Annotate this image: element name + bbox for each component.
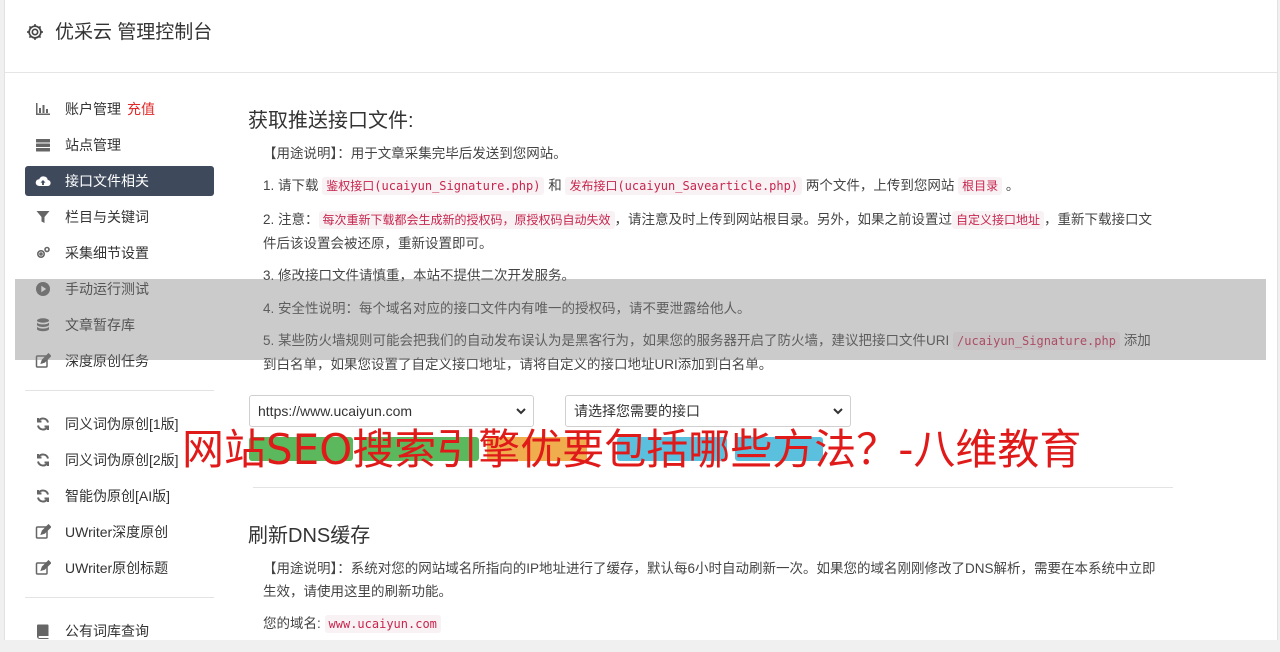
gray-overlay-band [15,279,1266,360]
sidebar-item-label: 同义词伪原创[2版] [65,452,179,468]
sidebar-item-label: 站点管理 [65,137,121,153]
bar-chart-icon [35,101,51,117]
sidebar-item-label: UWriter深度原创 [65,524,169,540]
edit-icon [35,524,51,540]
instruction-2: 2. 注意： 每次重新下载都会生成新的授权码，原授权码自动失效 ，请注意及时上传到网… [263,208,1158,255]
sidebar-item-sites[interactable]: 站点管理 [25,130,214,160]
edit-icon [35,560,51,576]
sidebar-item-label: 栏目与关键词 [65,209,149,225]
code-savearticle: 发布接口(ucaiyun_Savearticle.php) [565,177,803,195]
section-divider [253,487,1173,488]
header-bar: 优采云 管理控制台 [5,0,1277,73]
sidebar-item-label: 同义词伪原创[1版] [65,416,179,432]
code-root: 根目录 [958,177,1003,195]
section-title-dns: 刷新DNS缓存 [248,525,371,547]
refresh-icon [35,488,51,504]
domain-label: 您的域名: [263,616,321,631]
page-title: 优采云 管理控制台 [55,22,213,43]
dns-usage-text: 【用途说明】：系统对您的网站域名所指向的IP地址进行了缓存，默认每6小时自动刷新… [263,561,1156,599]
sidebar: 账户管理 充值 站点管理 接口文件相关 栏目与关键词 采集细节设置 手动运行测试… [25,94,215,652]
text: 1. 请下载 [263,178,323,193]
domain-value: www.ucaiyun.com [324,615,441,633]
filter-icon [35,209,51,225]
sidebar-item-label: 智能伪原创[AI版] [65,488,171,504]
instruction-1: 1. 请下载 鉴权接口(ucaiyun_Signature.php) 和 发布接… [263,174,1158,198]
sidebar-item-public-lexicon[interactable]: 公有词库查询 [25,616,214,646]
text: 2. 注意： [263,212,319,227]
sidebar-item-label: UWriter原创标题 [65,560,169,576]
sidebar-item-account[interactable]: 账户管理 充值 [25,94,214,124]
text: 和 [544,178,566,193]
text: ，请注意及时上传到网站根目录。另外，如果之前设置过 [614,212,953,227]
sidebar-divider [25,390,214,391]
sidebar-item-label: 接口文件相关 [65,173,149,189]
code-warning: 每次重新下载都会生成新的授权码，原授权码自动失效 [318,211,615,229]
sidebar-item-columns-keywords[interactable]: 栏目与关键词 [25,202,214,232]
section-title-api: 获取推送接口文件: [248,110,414,132]
sidebar-item-label: 采集细节设置 [65,245,149,261]
text: 两个文件，上传到您网站 [802,178,959,193]
sidebar-item-uwriter-deep[interactable]: UWriter深度原创 [25,517,214,547]
cloud-upload-icon [35,173,51,189]
code-custom-api: 自定义接口地址 [952,211,1045,229]
gear-icon [27,24,43,40]
refresh-icon [35,416,51,432]
sidebar-divider [25,597,214,598]
sidebar-item-uwriter-title[interactable]: UWriter原创标题 [25,553,214,583]
recharge-link[interactable]: 充值 [127,99,155,119]
refresh-icon [35,452,51,468]
code-signature: 鉴权接口(ucaiyun_Signature.php) [322,177,545,195]
text: 。 [1002,178,1020,193]
sidebar-item-collect-settings[interactable]: 采集细节设置 [25,238,214,268]
watermark-text: 网站SEO搜索引擎优要包括哪些方法？-八维教育 [182,425,1082,474]
sidebar-item-label: 公有词库查询 [65,623,149,639]
usage-text: 【用途说明】：用于文章采集完毕后发送到您网站。 [263,146,567,161]
book-icon [35,623,51,639]
sidebar-item-smart-ai[interactable]: 智能伪原创[AI版] [25,481,214,511]
server-icon [35,137,51,153]
cogs-icon [35,245,51,261]
sidebar-item-label: 账户管理 [65,101,121,117]
sidebar-item-api-files[interactable]: 接口文件相关 [25,166,214,196]
domain-row: 您的域名: www.ucaiyun.com [263,612,1158,636]
